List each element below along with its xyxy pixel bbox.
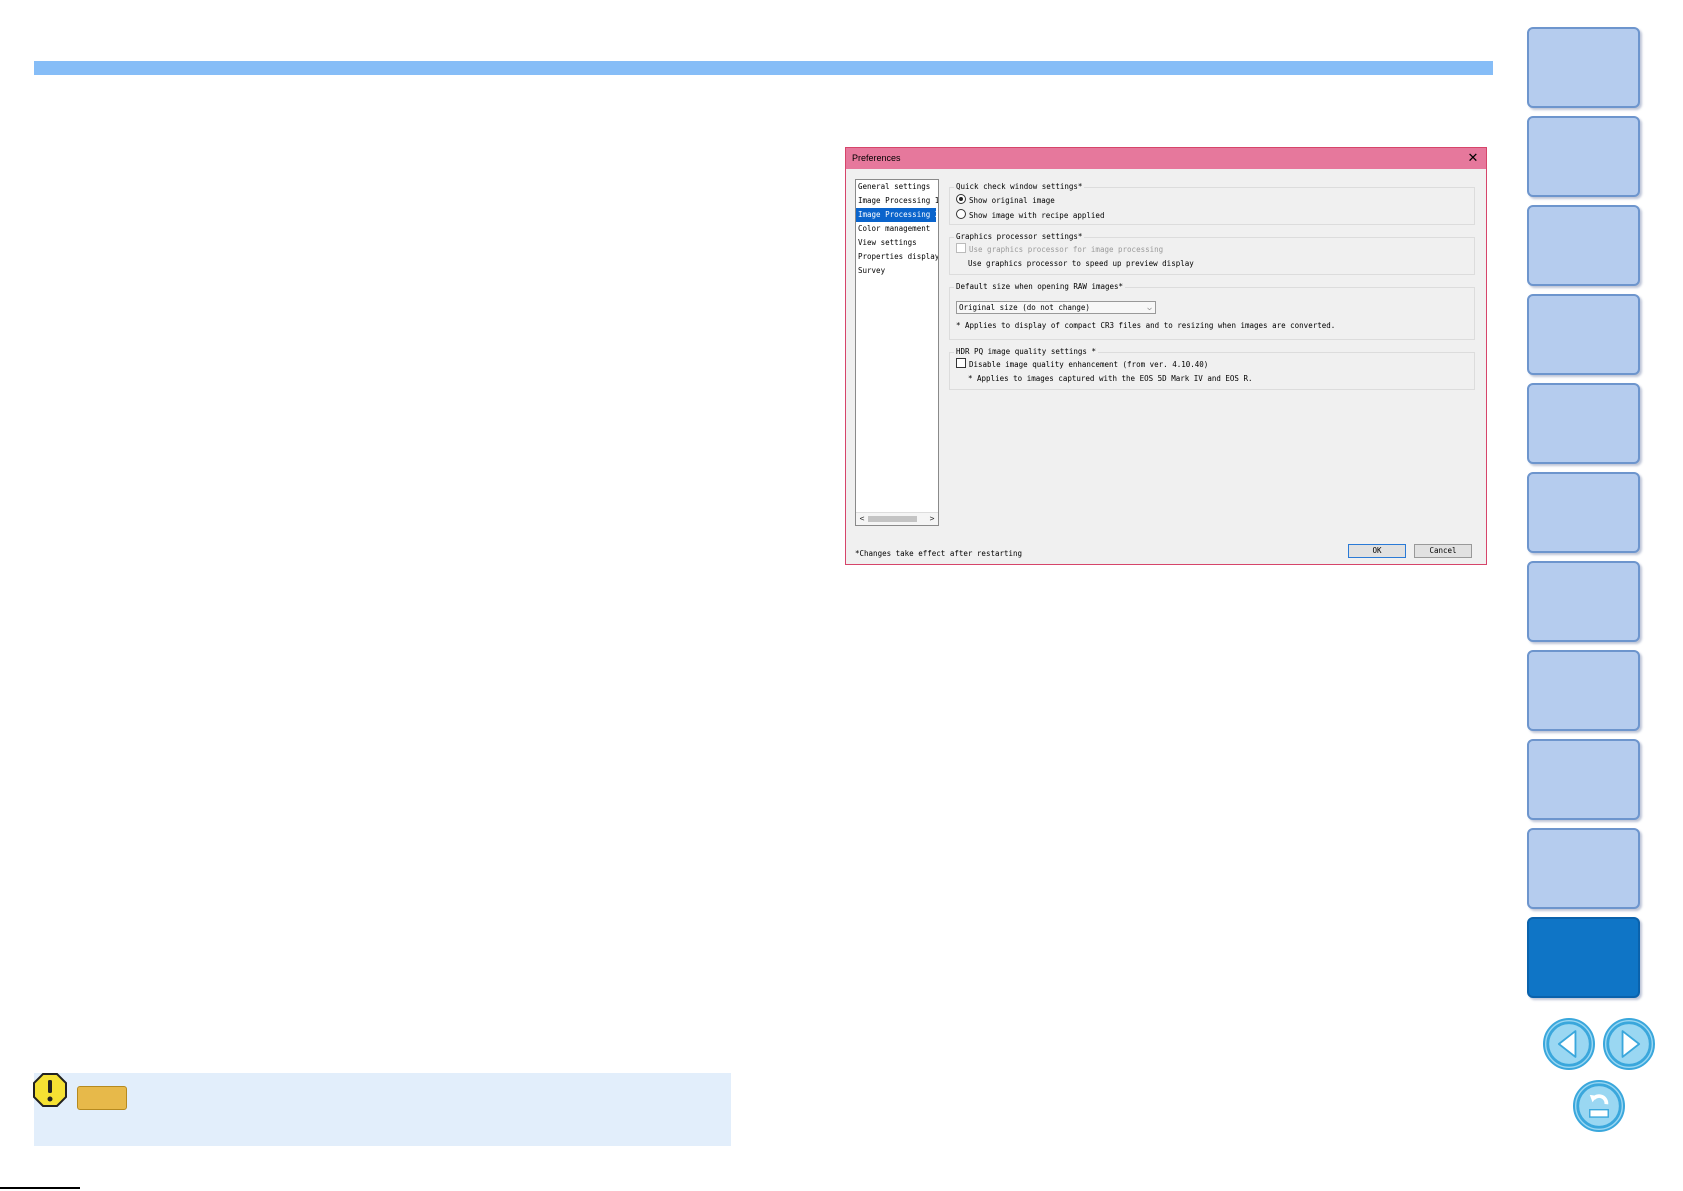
use-gpu-label: Use graphics processor for image process… bbox=[969, 245, 1164, 254]
header-bar bbox=[34, 61, 1493, 75]
close-icon[interactable]: ✕ bbox=[1464, 149, 1482, 167]
side-tab-2[interactable] bbox=[1527, 116, 1640, 197]
dialog-titlebar: Preferences ✕ bbox=[846, 148, 1486, 169]
side-tab-4[interactable] bbox=[1527, 294, 1640, 375]
use-gpu-option[interactable]: Use graphics processor for image process… bbox=[956, 243, 1163, 255]
default-size-value: Original size (do not change) bbox=[959, 303, 1090, 312]
show-recipe-radio[interactable] bbox=[956, 209, 966, 219]
graphics-title: Graphics processor settings* bbox=[954, 232, 1085, 241]
arrow-right-icon[interactable] bbox=[1603, 1018, 1655, 1070]
side-tab-3[interactable] bbox=[1527, 205, 1640, 286]
ok-button[interactable]: OK bbox=[1348, 544, 1406, 558]
preferences-nav-list: General settings Image Processing 1 Imag… bbox=[855, 179, 939, 526]
gpu-preview-note: Use graphics processor to speed up previ… bbox=[968, 259, 1194, 268]
default-size-group: Default size when opening RAW images* Or… bbox=[949, 282, 1475, 340]
show-recipe-option[interactable]: Show image with recipe applied bbox=[956, 209, 1104, 221]
side-tab-1[interactable] bbox=[1527, 27, 1640, 108]
use-gpu-checkbox[interactable] bbox=[956, 243, 966, 253]
quick-check-title: Quick check window settings* bbox=[954, 182, 1085, 191]
caution-tag bbox=[77, 1086, 127, 1110]
side-tab-5[interactable] bbox=[1527, 383, 1640, 464]
hdr-pq-note: * Applies to images captured with the EO… bbox=[968, 374, 1253, 383]
show-original-label: Show original image bbox=[969, 196, 1055, 205]
nav-item-survey[interactable]: Survey bbox=[856, 264, 938, 278]
exclamation-icon bbox=[33, 1073, 67, 1107]
restart-footnote: *Changes take effect after restarting bbox=[855, 549, 1023, 558]
side-tab-6[interactable] bbox=[1527, 472, 1640, 553]
side-tab-10[interactable] bbox=[1527, 828, 1640, 909]
nav-item-image-processing-1[interactable]: Image Processing 1 bbox=[856, 194, 938, 208]
nav-item-properties-display[interactable]: Properties display sett bbox=[856, 250, 938, 264]
scroll-right-icon[interactable]: > bbox=[926, 513, 938, 525]
scroll-thumb[interactable] bbox=[868, 516, 917, 522]
show-recipe-label: Show image with recipe applied bbox=[969, 211, 1105, 220]
hdr-pq-group: HDR PQ image quality settings * Disable … bbox=[949, 347, 1475, 390]
default-size-select[interactable]: Original size (do not change) ⌵ bbox=[956, 301, 1156, 314]
footer-rule bbox=[0, 1187, 80, 1189]
hdr-pq-title: HDR PQ image quality settings * bbox=[954, 347, 1098, 356]
nav-scrollbar[interactable]: < > bbox=[856, 512, 938, 525]
nav-item-view-settings[interactable]: View settings bbox=[856, 236, 938, 250]
dialog-title: Preferences bbox=[852, 153, 901, 163]
graphics-group: Graphics processor settings* Use graphic… bbox=[949, 232, 1475, 275]
side-tab-9[interactable] bbox=[1527, 739, 1640, 820]
nav-item-general-settings[interactable]: General settings bbox=[856, 180, 938, 194]
disable-enhancement-label: Disable image quality enhancement (from … bbox=[969, 360, 1209, 369]
disable-enhancement-option[interactable]: Disable image quality enhancement (from … bbox=[956, 358, 1208, 370]
default-size-title: Default size when opening RAW images* bbox=[954, 282, 1126, 291]
cancel-button[interactable]: Cancel bbox=[1414, 544, 1472, 558]
show-original-option[interactable]: Show original image bbox=[956, 194, 1055, 206]
return-icon[interactable] bbox=[1573, 1080, 1625, 1132]
show-original-radio[interactable] bbox=[956, 194, 966, 204]
scroll-left-icon[interactable]: < bbox=[856, 513, 868, 525]
nav-item-image-processing-2[interactable]: Image Processing 2 bbox=[856, 208, 936, 222]
disable-enhancement-checkbox[interactable] bbox=[956, 358, 966, 368]
side-tab-8[interactable] bbox=[1527, 650, 1640, 731]
caution-box bbox=[34, 1073, 731, 1146]
chevron-down-icon: ⌵ bbox=[1147, 303, 1152, 312]
quick-check-group: Quick check window settings* Show origin… bbox=[949, 182, 1475, 225]
default-size-note: * Applies to display of compact CR3 file… bbox=[956, 321, 1336, 330]
preferences-dialog: Preferences ✕ General settings Image Pro… bbox=[845, 147, 1487, 565]
arrow-left-icon[interactable] bbox=[1543, 1018, 1595, 1070]
nav-item-color-management[interactable]: Color management bbox=[856, 222, 938, 236]
side-tab-7[interactable] bbox=[1527, 561, 1640, 642]
side-tab-11-active[interactable] bbox=[1527, 917, 1640, 998]
